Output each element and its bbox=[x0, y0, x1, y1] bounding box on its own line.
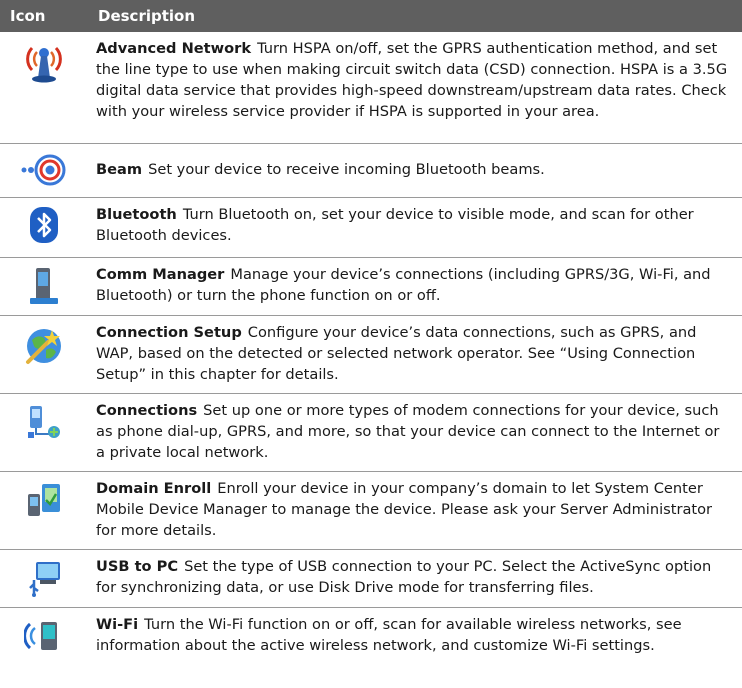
row-text: Set the type of USB connection to your P… bbox=[96, 558, 712, 596]
row-title: USB to PC bbox=[96, 558, 179, 575]
bluetooth-icon bbox=[0, 198, 88, 257]
row-title: Comm Manager bbox=[96, 266, 225, 283]
row-title: Advanced Network bbox=[96, 40, 252, 57]
table-header: Icon Description bbox=[0, 0, 742, 32]
table-row: Beam Set your device to receive incoming … bbox=[0, 144, 742, 198]
advanced-network-icon bbox=[0, 32, 88, 143]
row-text: Turn the Wi-Fi function on or off, scan … bbox=[96, 616, 682, 654]
description-cell: Advanced Network Turn HSPA on/off, set th… bbox=[88, 32, 742, 143]
connections-icon bbox=[0, 394, 88, 471]
row-title: Beam bbox=[96, 161, 143, 178]
description-cell: Comm Manager Manage your device’s connect… bbox=[88, 258, 742, 315]
table-row: USB to PC Set the type of USB connection … bbox=[0, 550, 742, 608]
description-cell: Connection Setup Configure your device’s … bbox=[88, 316, 742, 393]
table-row: Connections Set up one or more types of m… bbox=[0, 394, 742, 472]
beam-icon bbox=[0, 144, 88, 197]
wifi-icon bbox=[0, 608, 88, 668]
comm-manager-icon bbox=[0, 258, 88, 315]
description-cell: USB to PC Set the type of USB connection … bbox=[88, 550, 742, 607]
settings-table: Icon Description Advanced Network Turn HS… bbox=[0, 0, 742, 668]
description-cell: Connections Set up one or more types of m… bbox=[88, 394, 742, 471]
row-title: Connections bbox=[96, 402, 198, 419]
table-row: Connection Setup Configure your device’s … bbox=[0, 316, 742, 394]
row-text: Turn Bluetooth on, set your device to vi… bbox=[96, 206, 694, 244]
description-cell: Domain Enroll Enroll your device in your … bbox=[88, 472, 742, 549]
row-text: Set your device to receive incoming Blue… bbox=[148, 161, 545, 178]
row-title: Domain Enroll bbox=[96, 480, 212, 497]
domain-enroll-icon bbox=[0, 472, 88, 549]
connection-setup-icon bbox=[0, 316, 88, 393]
row-title: Wi-Fi bbox=[96, 616, 139, 633]
row-title: Connection Setup bbox=[96, 324, 242, 341]
table-row: Comm Manager Manage your device’s connect… bbox=[0, 258, 742, 316]
usb-to-pc-icon bbox=[0, 550, 88, 607]
header-description-column: Description bbox=[98, 7, 196, 25]
row-title: Bluetooth bbox=[96, 206, 177, 223]
description-cell: Wi-Fi Turn the Wi-Fi function on or off, … bbox=[88, 608, 742, 668]
description-cell: Beam Set your device to receive incoming … bbox=[88, 144, 742, 197]
table-row: Bluetooth Turn Bluetooth on, set your dev… bbox=[0, 198, 742, 258]
table-row: Advanced Network Turn HSPA on/off, set th… bbox=[0, 32, 742, 144]
description-cell: Bluetooth Turn Bluetooth on, set your dev… bbox=[88, 198, 742, 257]
table-row: Domain Enroll Enroll your device in your … bbox=[0, 472, 742, 550]
table-row: Wi-Fi Turn the Wi-Fi function on or off, … bbox=[0, 608, 742, 668]
header-icon-column: Icon bbox=[10, 7, 46, 25]
